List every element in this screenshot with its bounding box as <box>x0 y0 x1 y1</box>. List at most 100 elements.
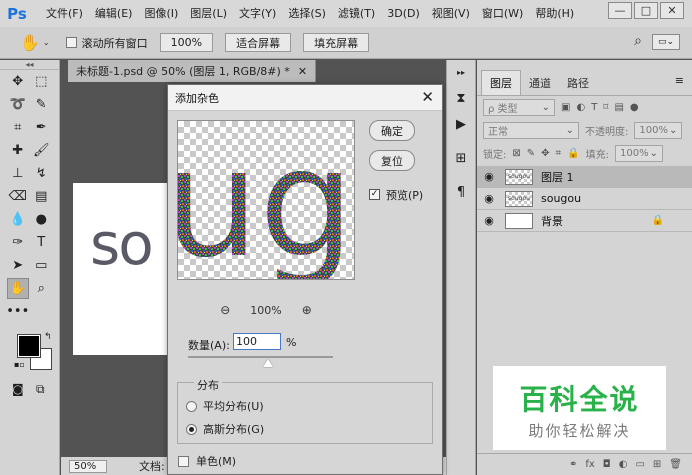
minimize-button[interactable]: — <box>608 2 632 19</box>
eye-icon[interactable]: ◉ <box>477 214 501 227</box>
fit-screen-button[interactable]: 适合屏幕 <box>225 33 292 52</box>
foreground-color-swatch[interactable] <box>17 334 41 358</box>
toolbar-collapse-icon[interactable]: ◂◂ <box>0 60 59 70</box>
menu-type[interactable]: 文字(Y) <box>233 0 282 27</box>
pen-tool-icon[interactable]: ✑ <box>7 232 29 253</box>
swap-colors-icon[interactable]: ↰ <box>44 332 52 342</box>
amount-slider-track[interactable] <box>188 356 333 358</box>
tab-paths[interactable]: 路径 <box>559 71 597 95</box>
preview-checkbox[interactable]: ✓ <box>369 189 380 200</box>
menu-image[interactable]: 图像(I) <box>138 0 184 27</box>
status-zoom-field[interactable]: 50% <box>69 459 107 473</box>
lock-transparent-icon[interactable]: ⊠ <box>512 148 520 159</box>
menu-window[interactable]: 窗口(W) <box>476 0 529 27</box>
opacity-field[interactable]: 100% ⌄ <box>634 122 683 139</box>
uniform-distribution-option[interactable]: 平均分布(U) <box>186 398 264 414</box>
new-layer-icon[interactable]: ⊞ <box>653 459 661 470</box>
add-mask-icon[interactable]: ◘ <box>603 459 611 470</box>
filter-shape-icon[interactable]: ⌑ <box>603 102 608 113</box>
eye-icon[interactable]: ◉ <box>477 170 501 183</box>
amount-slider-thumb[interactable] <box>262 359 273 367</box>
menu-file[interactable]: 文件(F) <box>40 0 89 27</box>
eye-icon[interactable]: ◉ <box>477 192 501 205</box>
close-icon[interactable]: ✕ <box>298 65 307 78</box>
move-tool-icon[interactable]: ✥ <box>7 71 29 92</box>
menu-select[interactable]: 选择(S) <box>282 0 332 27</box>
gaussian-distribution-option[interactable]: 高斯分布(G) <box>186 421 264 437</box>
menu-filter[interactable]: 滤镜(T) <box>332 0 381 27</box>
zoom-100-button[interactable]: 100% <box>159 33 214 52</box>
tab-channels[interactable]: 通道 <box>521 71 559 95</box>
fill-screen-button[interactable]: 填充屏幕 <box>303 33 370 52</box>
history-panel-icon[interactable]: ⧗ <box>449 88 473 108</box>
type-tool-icon[interactable]: T <box>30 232 52 253</box>
filter-pixel-icon[interactable]: ▣ <box>561 102 570 113</box>
healing-brush-tool-icon[interactable]: ✚ <box>7 140 29 161</box>
zoom-out-icon[interactable]: ⊖ <box>220 303 230 317</box>
path-selection-tool-icon[interactable]: ➤ <box>7 255 29 276</box>
clone-stamp-tool-icon[interactable]: ⊥ <box>7 163 29 184</box>
filter-preview[interactable]: ug <box>177 120 355 280</box>
gaussian-radio[interactable] <box>186 423 197 435</box>
screen-mode-icon[interactable]: ⧉ <box>36 382 45 397</box>
tab-layers[interactable]: 图层 <box>481 70 521 95</box>
panel-menu-icon[interactable]: ≡ <box>675 74 684 87</box>
zoom-tool-icon[interactable]: ⌕ <box>30 278 52 299</box>
monochromatic-checkbox[interactable] <box>178 455 189 467</box>
uniform-radio[interactable] <box>186 400 197 412</box>
paragraph-panel-icon[interactable]: ¶ <box>449 182 473 202</box>
scroll-all-windows-checkbox[interactable] <box>65 37 77 48</box>
layer-name[interactable]: 图层 1 <box>541 169 692 185</box>
panel-collapse-icon[interactable]: ▸▸ <box>449 62 473 82</box>
layer-row[interactable]: ◉ sougou sougou <box>477 188 692 210</box>
layer-row[interactable]: ◉ sougou 图层 1 <box>477 166 692 188</box>
chevron-down-icon[interactable]: ⌄ <box>43 38 50 47</box>
eyedropper-tool-icon[interactable]: ✒ <box>30 117 52 138</box>
layer-row[interactable]: ◉ 背景 🔒 <box>477 210 692 232</box>
menu-edit[interactable]: 编辑(E) <box>89 0 139 27</box>
default-colors-icon[interactable]: ▪▫ <box>14 360 25 369</box>
lock-position-icon[interactable]: ✥ <box>541 148 549 159</box>
layer-kind-filter[interactable]: ρ 类型 ⌄ <box>483 99 555 116</box>
new-group-icon[interactable]: ▭ <box>635 459 644 470</box>
more-tools-icon[interactable]: ••• <box>6 301 29 322</box>
hand-tool-icon[interactable]: ✋ <box>6 278 29 299</box>
search-icon[interactable]: ⌕ <box>634 33 642 49</box>
filter-type-icon[interactable]: T <box>591 102 597 113</box>
filter-smart-object-icon[interactable]: ▤ <box>614 102 623 113</box>
lock-artboard-icon[interactable]: ⌗ <box>556 148 562 159</box>
delete-layer-icon[interactable]: 🗑 <box>669 459 682 470</box>
zoom-in-icon[interactable]: ⊕ <box>302 303 312 317</box>
eraser-tool-icon[interactable]: ⌫ <box>7 186 29 207</box>
close-button[interactable]: ✕ <box>660 2 684 19</box>
monochromatic-option[interactable]: 单色(M) <box>178 453 236 469</box>
hand-tool-icon[interactable]: ✋ <box>20 33 40 52</box>
filter-toggle-icon[interactable]: ● <box>630 102 639 113</box>
link-layers-icon[interactable]: ⚭ <box>569 459 577 470</box>
magic-wand-tool-icon[interactable]: ✎ <box>30 94 52 115</box>
menu-help[interactable]: 帮助(H) <box>529 0 580 27</box>
history-brush-tool-icon[interactable]: ↯ <box>30 163 52 184</box>
properties-panel-icon[interactable]: ⊞ <box>449 148 473 168</box>
rectangle-tool-icon[interactable]: ▭ <box>30 255 52 276</box>
menu-3d[interactable]: 3D(D) <box>381 0 426 27</box>
blur-tool-icon[interactable]: 💧 <box>7 209 29 230</box>
amount-input[interactable]: 100 <box>233 333 281 350</box>
layer-name[interactable]: sougou <box>541 192 692 205</box>
fill-field[interactable]: 100% ⌄ <box>615 145 664 162</box>
menu-layer[interactable]: 图层(L) <box>184 0 233 27</box>
layer-style-icon[interactable]: fx <box>585 459 594 470</box>
filter-adjustment-icon[interactable]: ◐ <box>576 102 585 113</box>
gradient-tool-icon[interactable]: ▤ <box>30 186 52 207</box>
adjustment-layer-icon[interactable]: ◐ <box>619 459 628 470</box>
blend-mode-select[interactable]: 正常 ⌄ <box>483 122 579 139</box>
reset-button[interactable]: 复位 <box>369 150 415 171</box>
lock-paint-icon[interactable]: ✎ <box>527 148 535 159</box>
quick-mask-icon[interactable]: ◙ <box>12 382 24 396</box>
close-icon[interactable]: ✕ <box>421 88 434 106</box>
marquee-tool-icon[interactable]: ⬚ <box>30 71 52 92</box>
actions-panel-icon[interactable]: ▶ <box>449 114 473 134</box>
layer-name[interactable]: 背景 <box>541 213 652 229</box>
document-tab[interactable]: 未标题-1.psd @ 50% (图层 1, RGB/8#) * ✕ <box>68 60 317 82</box>
lasso-tool-icon[interactable]: ➰ <box>7 94 29 115</box>
